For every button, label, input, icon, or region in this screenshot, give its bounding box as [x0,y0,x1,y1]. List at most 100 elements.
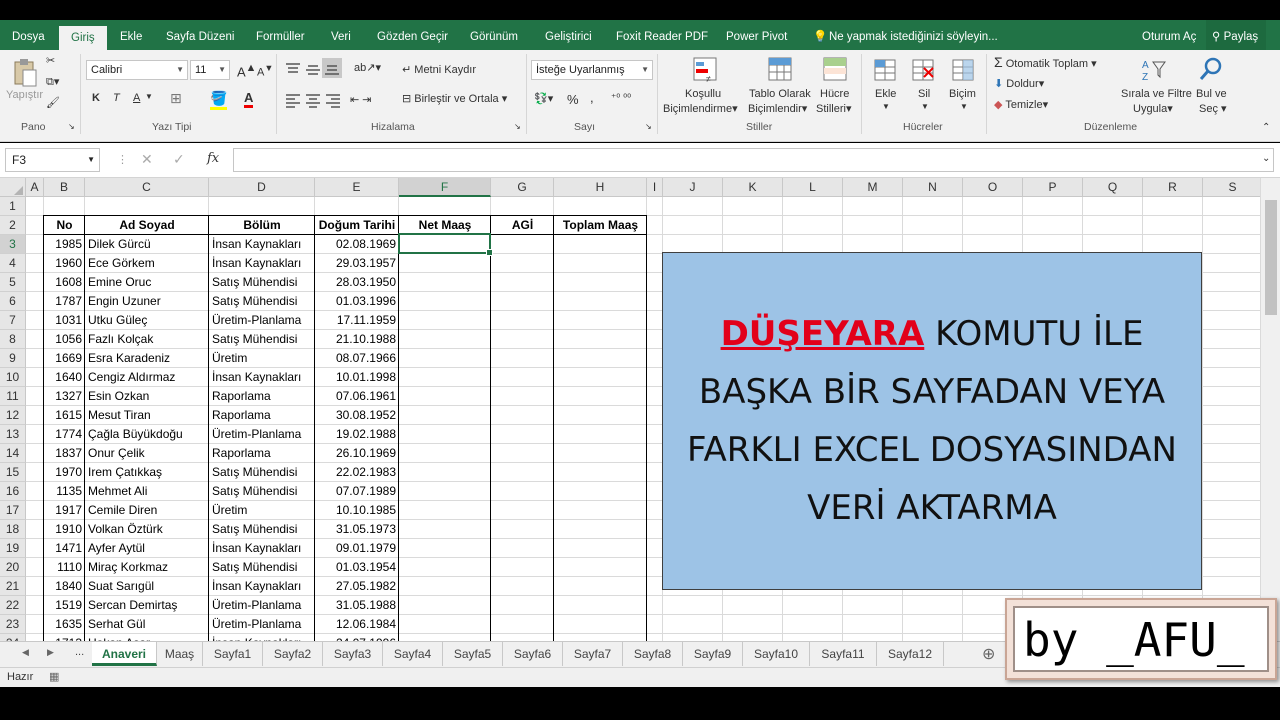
table-cell[interactable]: 1917 [44,501,85,520]
chevron-down-icon[interactable]: ▼ [960,102,968,111]
decimal-icons[interactable]: ⁺⁰ ⁰⁰ [611,93,631,104]
table-cell[interactable]: Cengiz Aldırmaz [85,368,209,387]
tab-home[interactable]: Giriş [59,26,107,50]
table-cell[interactable]: 01.03.1996 [315,292,399,311]
row-header[interactable]: 7 [0,311,26,330]
row-header[interactable]: 13 [0,425,26,444]
table-cell[interactable]: İnsan Kaynakları [209,577,315,596]
active-cell-selection[interactable] [398,233,493,256]
tab-view[interactable]: Görünüm [470,20,518,50]
table-cell[interactable]: Suat Sarıgül [85,577,209,596]
sheet-tab[interactable]: Sayfa8 [623,642,683,666]
align-top-icon[interactable] [283,60,303,80]
table-cell[interactable]: 1840 [44,577,85,596]
prev-sheet-icon[interactable]: ◀ [22,647,29,658]
table-header-cell[interactable]: Toplam Maaş [554,216,647,235]
column-header[interactable]: C [85,178,209,197]
table-cell[interactable]: 22.02.1983 [315,463,399,482]
table-cell[interactable]: Üretim-Planlama [209,311,315,330]
shrink-font-icon[interactable]: A▼ [257,63,273,79]
table-cell[interactable]: 07.07.1989 [315,482,399,501]
table-cell[interactable]: 12.06.1984 [315,615,399,634]
table-cell[interactable]: 1713 [44,634,85,641]
enter-icon[interactable]: ✓ [173,151,185,168]
table-cell[interactable]: Onur Çelik [85,444,209,463]
row-header[interactable]: 21 [0,577,26,596]
currency-icon[interactable]: 💱▾ [534,92,553,105]
sheet-tab[interactable]: Anaveri [92,642,157,666]
row-header[interactable]: 11 [0,387,26,406]
table-cell[interactable]: 30.08.1952 [315,406,399,425]
insert-cells-icon[interactable] [873,56,897,84]
column-header[interactable]: Q [1083,178,1143,197]
sheet-tab[interactable]: Sayfa7 [563,642,623,666]
row-header[interactable]: 1 [0,197,26,216]
column-header[interactable]: L [783,178,843,197]
row-header[interactable]: 3 [0,235,26,254]
table-cell[interactable]: Mesut Tiran [85,406,209,425]
row-header[interactable]: 19 [0,539,26,558]
sheet-tab[interactable]: Sayfa10 [743,642,810,666]
vertical-scrollbar[interactable] [1260,178,1280,641]
fill-color-icon[interactable]: 🪣 [210,90,228,110]
cancel-icon[interactable]: ✕ [141,151,153,168]
macro-record-icon[interactable]: ▦ [49,670,59,683]
tab-power-pivot[interactable]: Power Pivot [726,20,787,50]
align-center-icon[interactable] [303,90,323,110]
underline-button[interactable]: A [133,92,140,104]
table-cell[interactable]: Satış Mühendisi [209,482,315,501]
format-cells-icon[interactable] [951,56,975,84]
table-cell[interactable]: İnsan Kaynakları [209,368,315,387]
table-cell[interactable]: 1635 [44,615,85,634]
cond-format-label-1[interactable]: Koşullu [685,88,721,100]
table-cell[interactable]: 1669 [44,349,85,368]
table-cell[interactable]: Esra Karadeniz [85,349,209,368]
tab-data[interactable]: Veri [331,20,351,50]
row-header[interactable]: 17 [0,501,26,520]
column-header[interactable]: F [399,178,491,197]
find-select-icon[interactable] [1198,56,1226,84]
collapse-ribbon-icon[interactable]: ⌃ [1262,122,1270,133]
table-cell[interactable]: 31.05.1973 [315,520,399,539]
table-cell[interactable]: İnsan Kaynakları [209,254,315,273]
table-cell[interactable]: Satış Mühendisi [209,292,315,311]
tell-me-search[interactable]: Ne yapmak istediğinizi söyleyin... [829,20,998,50]
chevron-down-icon[interactable]: ▼ [882,102,890,111]
format-label[interactable]: Biçim [949,88,976,100]
table-cell[interactable]: Sercan Demirtaş [85,596,209,615]
dialog-launcher-icon[interactable]: ↘ [68,122,75,131]
table-cell[interactable]: Satış Mühendisi [209,520,315,539]
table-cell[interactable]: Üretim [209,501,315,520]
table-cell[interactable]: 29.03.1957 [315,254,399,273]
table-cell[interactable]: Satış Mühendisi [209,273,315,292]
column-header[interactable]: N [903,178,963,197]
table-cell[interactable]: 1135 [44,482,85,501]
table-cell[interactable]: 21.10.1988 [315,330,399,349]
table-cell[interactable]: 26.10.1969 [315,444,399,463]
wrap-text-button[interactable]: ↵ Metni Kaydır [402,63,476,76]
delete-cells-icon[interactable] [911,56,935,84]
cell-styles-icon[interactable] [822,56,850,84]
merge-center-button[interactable]: ⊟ Birleştir ve Ortala ▾ [402,92,507,105]
table-cell[interactable]: 24.07.1996 [315,634,399,641]
tab-insert[interactable]: Ekle [120,20,142,50]
table-cell[interactable]: Emine Oruc [85,273,209,292]
tab-review[interactable]: Gözden Geçir [377,20,448,50]
tab-developer[interactable]: Geliştirici [545,20,592,50]
fill-button[interactable]: ⬇ Doldur▾ [994,77,1044,90]
format-table-label-1[interactable]: Tablo Olarak [749,88,811,100]
dialog-launcher-icon[interactable]: ↘ [514,122,521,131]
align-right-icon[interactable] [323,90,343,110]
table-cell[interactable]: 1787 [44,292,85,311]
row-header[interactable]: 23 [0,615,26,634]
table-header-cell[interactable]: Ad Soyad [85,216,209,235]
row-header[interactable]: 22 [0,596,26,615]
tab-formulas[interactable]: Formüller [256,20,305,50]
sort-filter-label-2[interactable]: Uygula▾ [1133,102,1173,115]
conditional-format-icon[interactable]: ≠ [692,56,720,84]
column-header[interactable]: M [843,178,903,197]
table-cell[interactable]: İnsan Kaynakları [209,235,315,254]
table-cell[interactable]: 1608 [44,273,85,292]
table-cell[interactable]: Ayfer Aytül [85,539,209,558]
row-header[interactable]: 6 [0,292,26,311]
